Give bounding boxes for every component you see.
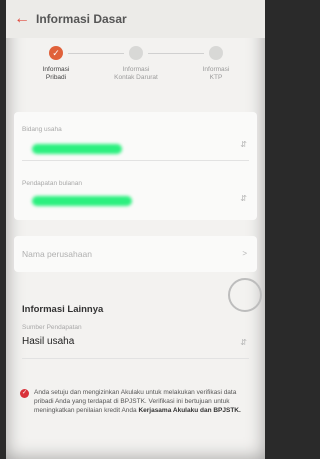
redacted-value — [32, 144, 122, 154]
redacted-value — [32, 196, 132, 206]
step-inactive-icon — [209, 46, 223, 60]
chevron-updown-icon: ⇵ — [240, 140, 247, 149]
progress-stepper: ✓ Informasi Pribadi Informasi Kontak Dar… — [6, 46, 265, 106]
app-screen: ← Informasi Dasar ✓ Informasi Pribadi In… — [6, 0, 265, 459]
step-label: Informasi — [202, 66, 230, 73]
section-title-informasi-lainnya: Informasi Lainnya — [22, 304, 104, 315]
step-label: Pribadi — [45, 74, 67, 81]
nama-perusahaan-field[interactable]: Nama perusahaan > — [14, 236, 257, 272]
step-inactive-icon — [129, 46, 143, 60]
consent-checkbox-icon[interactable]: ✓ — [20, 389, 29, 398]
field-divider — [22, 160, 249, 161]
step-informasi-pribadi: ✓ Informasi Pribadi — [16, 46, 96, 82]
step-label: Informasi — [122, 66, 150, 73]
step-kontak-darurat: Informasi Kontak Darurat — [96, 46, 176, 82]
pendapatan-label: Pendapatan bulanan — [22, 180, 83, 187]
bidang-usaha-label: Bidang usaha — [22, 126, 62, 133]
sumber-pendapatan-label: Sumber Pendapatan — [22, 324, 82, 331]
header-bar: ← Informasi Dasar — [6, 0, 265, 38]
pendapatan-field[interactable]: Pendapatan bulanan ⇵ — [14, 164, 257, 218]
back-arrow-icon[interactable]: ← — [14, 11, 30, 27]
step-active-icon: ✓ — [49, 46, 63, 60]
nama-perusahaan-placeholder: Nama perusahaan — [22, 249, 92, 259]
bidang-usaha-field[interactable]: Bidang usaha ⇵ — [14, 112, 257, 162]
sumber-pendapatan-value: Hasil usaha — [22, 336, 75, 347]
chevron-right-icon: > — [242, 249, 247, 258]
consent-text-bold: Kerjasama Akulaku dan BPJSTK. — [138, 407, 241, 414]
step-informasi-ktp: Informasi KTP — [176, 46, 256, 82]
step-label: KTP — [209, 74, 223, 81]
form-card: Bidang usaha ⇵ Pendapatan bulanan ⇵ — [14, 112, 257, 220]
floating-circle-button[interactable] — [228, 278, 262, 312]
sumber-pendapatan-field[interactable]: Sumber Pendapatan Hasil usaha ⇵ — [14, 318, 257, 368]
chevron-updown-icon: ⇵ — [240, 194, 247, 203]
page-title: Informasi Dasar — [36, 12, 127, 26]
chevron-updown-icon: ⇵ — [240, 338, 247, 347]
step-label: Kontak Darurat — [114, 74, 158, 81]
field-divider — [22, 358, 249, 359]
step-label: Informasi — [42, 66, 70, 73]
consent-text: Anda setuju dan mengizinkan Akulaku untu… — [34, 388, 252, 415]
